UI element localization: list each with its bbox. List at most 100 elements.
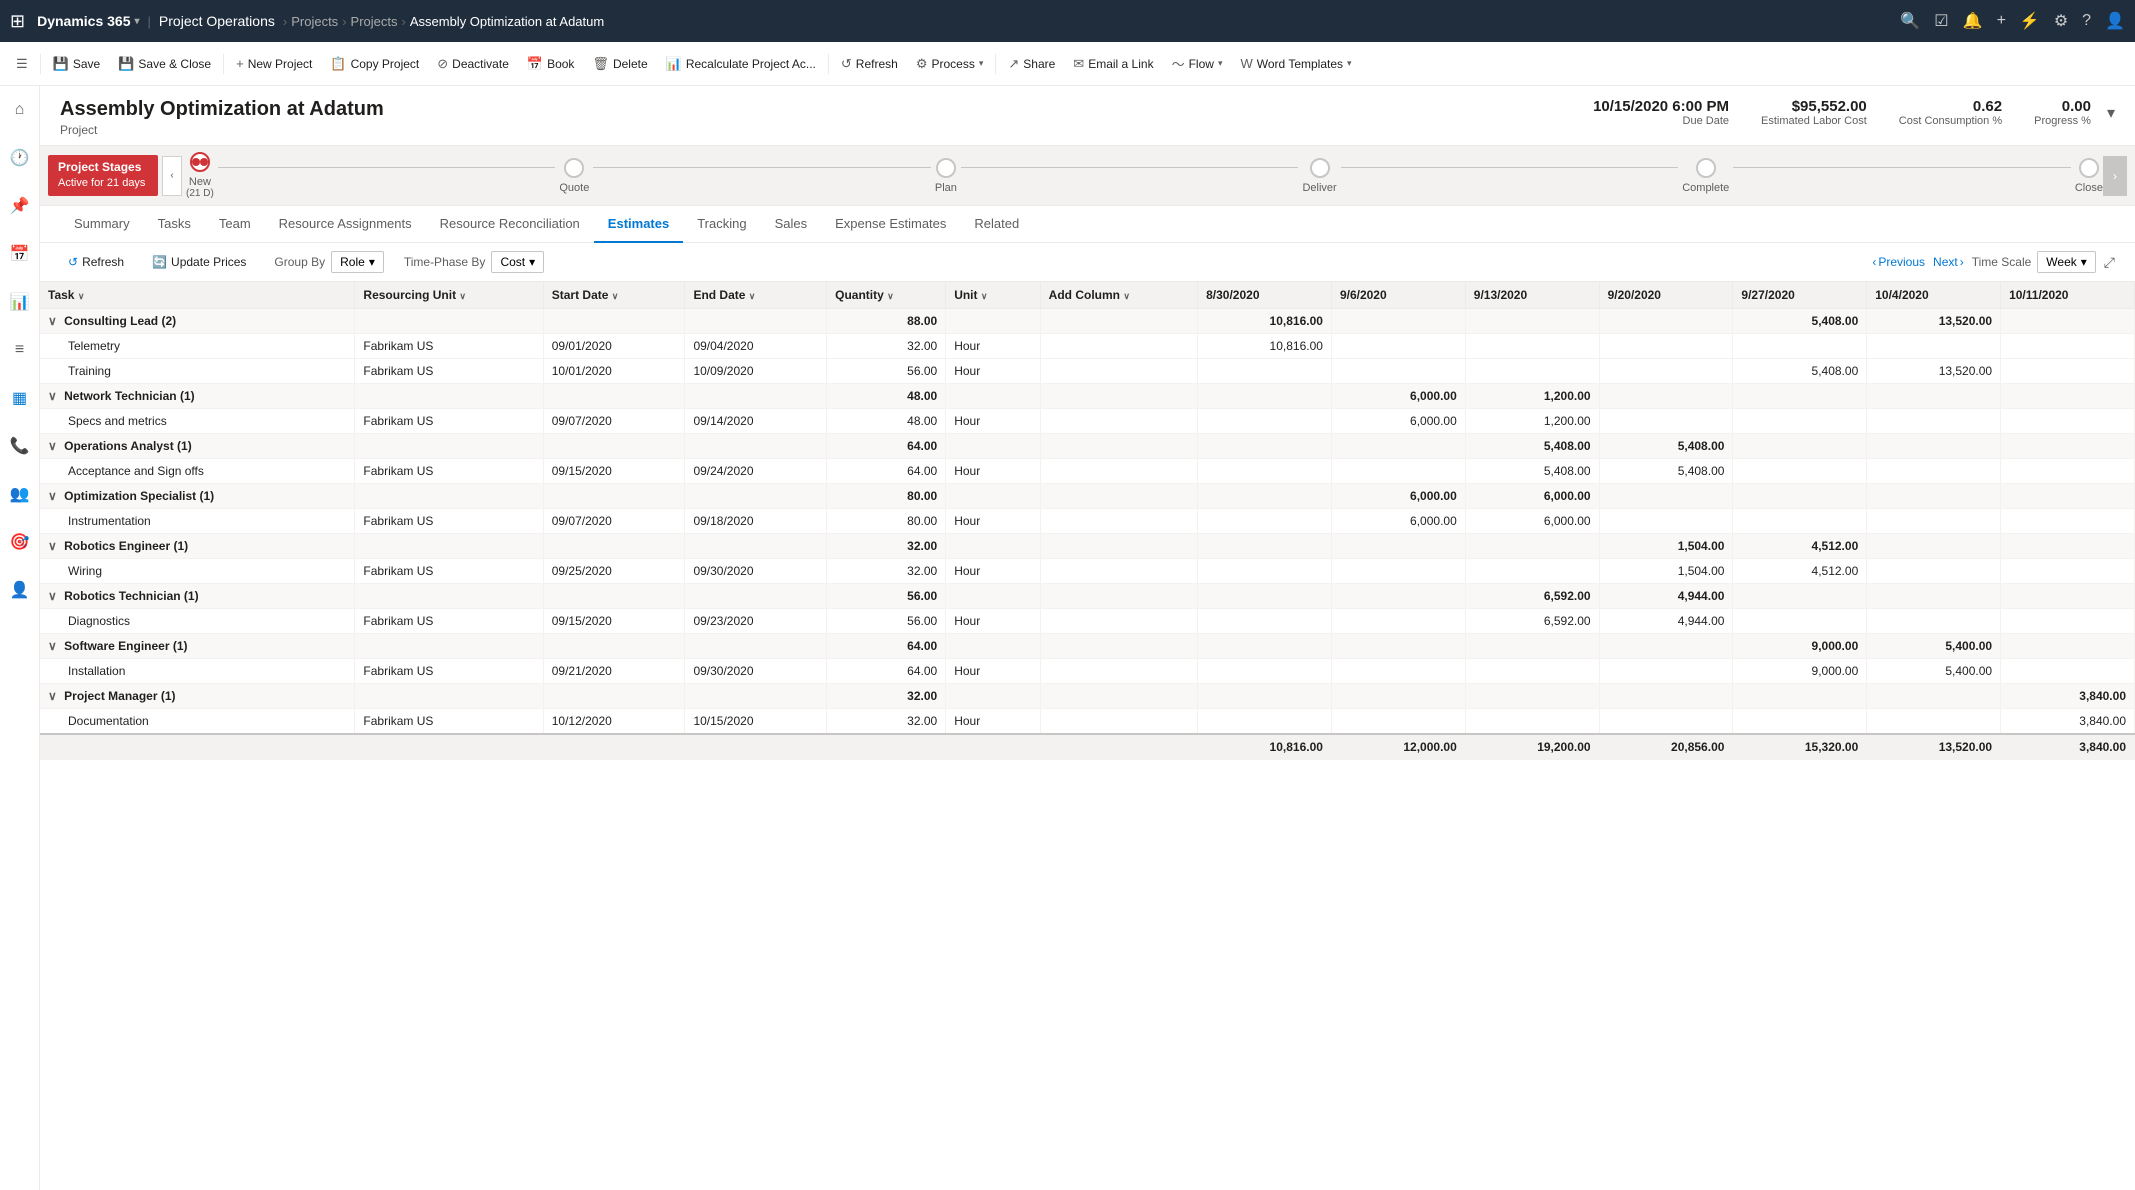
group-w4: [1599, 684, 1733, 709]
th-resourcing-unit[interactable]: Resourcing Unit ∨: [355, 282, 543, 309]
sidebar-icon-people[interactable]: 👥: [4, 478, 36, 510]
meta-progress-label: Progress %: [2034, 115, 2091, 127]
expand-icon[interactable]: ∨: [48, 489, 57, 503]
table-row[interactable]: Diagnostics Fabrikam US 09/15/2020 09/23…: [40, 609, 2135, 634]
delete-button[interactable]: 🗑 Delete: [584, 52, 655, 76]
share-button[interactable]: ↗ Share: [1000, 52, 1063, 76]
tab-related[interactable]: Related: [960, 206, 1033, 243]
bell-icon[interactable]: 🔔: [1963, 11, 1983, 31]
th-quantity[interactable]: Quantity ∨: [827, 282, 946, 309]
sidebar-icon-grid[interactable]: ▦: [4, 382, 36, 414]
user-icon[interactable]: 👤: [2105, 11, 2125, 31]
update-prices-button[interactable]: 🔄 Update Prices: [144, 251, 254, 273]
previous-button[interactable]: ‹ Previous: [1872, 255, 1925, 269]
data-w7: [2001, 359, 2135, 384]
table-row[interactable]: Instrumentation Fabrikam US 09/07/2020 0…: [40, 509, 2135, 534]
sidebar-icon-chart[interactable]: 📊: [4, 286, 36, 318]
data-startdate: 09/01/2020: [543, 334, 685, 359]
expand-icon[interactable]: ∨: [48, 389, 57, 403]
time-phase-area: Time-Phase By Cost ▾: [404, 251, 544, 273]
expand-icon[interactable]: ∨: [48, 689, 57, 703]
table-row[interactable]: Training Fabrikam US 10/01/2020 10/09/20…: [40, 359, 2135, 384]
search-icon[interactable]: 🔍: [1900, 11, 1920, 31]
menu-button[interactable]: ☰: [8, 52, 36, 76]
tab-summary[interactable]: Summary: [60, 206, 144, 243]
app-grid-icon[interactable]: ⊞: [10, 11, 25, 32]
module-name[interactable]: Project Operations: [159, 13, 275, 29]
check-icon[interactable]: ☑: [1934, 11, 1948, 31]
main-layout: ⌂ 🕐 📌 📅 📊 ≡ ▦ 📞 👥 🎯 👤 Assembly Optimizat…: [0, 86, 2135, 1190]
separator: |: [148, 14, 151, 29]
tab-resource-reconciliation[interactable]: Resource Reconciliation: [426, 206, 594, 243]
tab-tasks[interactable]: Tasks: [144, 206, 205, 243]
time-phase-dropdown[interactable]: Cost ▾: [491, 251, 544, 273]
th-add-column[interactable]: Add Column ∨: [1040, 282, 1197, 309]
table-row[interactable]: Acceptance and Sign offs Fabrikam US 09/…: [40, 459, 2135, 484]
tab-resource-assignments[interactable]: Resource Assignments: [265, 206, 426, 243]
help-icon[interactable]: ?: [2082, 12, 2091, 30]
stage-item-plan[interactable]: Plan: [935, 158, 957, 194]
sidebar-icon-calendar[interactable]: 📅: [4, 238, 36, 270]
expand-icon[interactable]: ∨: [48, 589, 57, 603]
expand-icon[interactable]: ∨: [48, 439, 57, 453]
breadcrumb-projects1[interactable]: Projects: [291, 14, 338, 29]
plus-icon[interactable]: +: [1997, 12, 2006, 30]
expand-icon[interactable]: ∨: [48, 639, 57, 653]
process-button[interactable]: ⚙ Process ▾: [908, 52, 992, 76]
tab-expense-estimates[interactable]: Expense Estimates: [821, 206, 960, 243]
sidebar-icon-pinned[interactable]: 📌: [4, 190, 36, 222]
tab-tracking[interactable]: Tracking: [683, 206, 760, 243]
flow-button[interactable]: 〜 Flow ▾: [1164, 50, 1231, 77]
expand-icon[interactable]: ∨: [48, 314, 57, 328]
expand-icon[interactable]: ∨: [48, 539, 57, 553]
brand-chevron-icon[interactable]: ▾: [135, 16, 140, 27]
sidebar-icon-list[interactable]: ≡: [4, 334, 36, 366]
sidebar-icon-target[interactable]: 🎯: [4, 526, 36, 558]
word-templates-button[interactable]: W Word Templates ▾: [1232, 52, 1359, 75]
th-end-date[interactable]: End Date ∨: [685, 282, 827, 309]
stage-item-quote[interactable]: Quote: [559, 158, 589, 194]
sidebar-icon-phone[interactable]: 📞: [4, 430, 36, 462]
group-by-dropdown[interactable]: Role ▾: [331, 251, 384, 273]
update-prices-label: Update Prices: [171, 255, 246, 269]
recalculate-button[interactable]: 📊 Recalculate Project Ac...: [658, 52, 824, 76]
filter-icon[interactable]: ⚡: [2020, 11, 2040, 31]
stage-item-complete[interactable]: Complete: [1682, 158, 1729, 194]
email-link-button[interactable]: ✉ Email a Link: [1065, 52, 1161, 76]
tab-estimates[interactable]: Estimates: [594, 206, 683, 243]
stage-line-5: [1733, 167, 2071, 168]
table-row[interactable]: Installation Fabrikam US 09/21/2020 09/3…: [40, 659, 2135, 684]
table-row[interactable]: Telemetry Fabrikam US 09/01/2020 09/04/2…: [40, 334, 2135, 359]
th-unit[interactable]: Unit ∨: [946, 282, 1040, 309]
save-button[interactable]: 💾 Save: [45, 52, 109, 76]
next-button[interactable]: Next ›: [1933, 255, 1964, 269]
fullscreen-button[interactable]: ⤢: [2104, 254, 2115, 271]
copy-project-button[interactable]: 📋 Copy Project: [322, 52, 427, 76]
sidebar-icon-home[interactable]: ⌂: [4, 94, 36, 126]
save-close-button[interactable]: 💾 Save & Close: [110, 52, 219, 76]
book-button[interactable]: 📅 Book: [519, 52, 583, 76]
sidebar-icon-recent[interactable]: 🕐: [4, 142, 36, 174]
tab-team[interactable]: Team: [205, 206, 265, 243]
table-row[interactable]: Documentation Fabrikam US 10/12/2020 10/…: [40, 709, 2135, 735]
th-task[interactable]: Task ∨: [40, 282, 355, 309]
deactivate-button[interactable]: ⊘ Deactivate: [429, 52, 517, 76]
stage-next-button[interactable]: ›: [2103, 156, 2127, 196]
stage-prev-button[interactable]: ‹: [162, 156, 182, 196]
timescale-dropdown[interactable]: Week ▾: [2037, 251, 2096, 273]
refresh-button[interactable]: ↺ Refresh: [833, 52, 906, 76]
sidebar-icon-person[interactable]: 👤: [4, 574, 36, 606]
new-project-button[interactable]: + New Project: [228, 52, 320, 75]
stage-item-new[interactable]: New (21 D): [186, 152, 214, 199]
brand-name[interactable]: Dynamics 365: [37, 13, 130, 29]
stage-item-deliver[interactable]: Deliver: [1302, 158, 1336, 194]
breadcrumb-projects2[interactable]: Projects: [351, 14, 398, 29]
table-row[interactable]: Wiring Fabrikam US 09/25/2020 09/30/2020…: [40, 559, 2135, 584]
tab-sales[interactable]: Sales: [761, 206, 822, 243]
meta-expand-chevron-icon[interactable]: ▾: [2107, 103, 2115, 123]
table-row[interactable]: Specs and metrics Fabrikam US 09/07/2020…: [40, 409, 2135, 434]
stage-item-close[interactable]: Close: [2075, 158, 2103, 194]
th-start-date[interactable]: Start Date ∨: [543, 282, 685, 309]
estimates-refresh-button[interactable]: ↺ Refresh: [60, 251, 132, 273]
settings-icon[interactable]: ⚙: [2054, 11, 2068, 31]
